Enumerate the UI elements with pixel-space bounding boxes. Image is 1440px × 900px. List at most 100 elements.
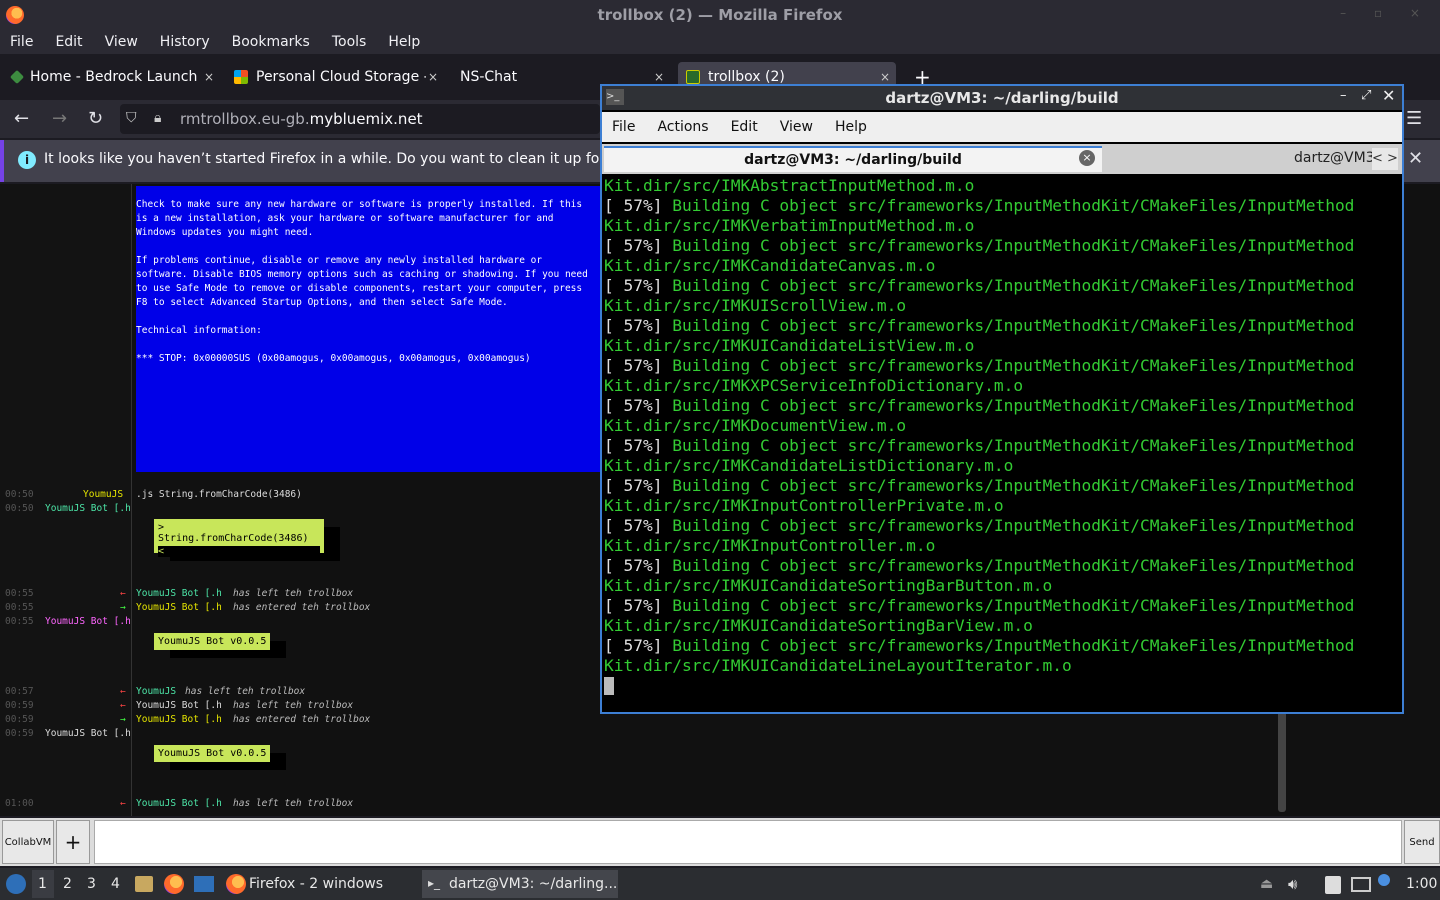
clipboard-icon[interactable] <box>1325 876 1341 894</box>
reload-icon[interactable]: ↻ <box>88 108 103 129</box>
add-button[interactable]: + <box>56 820 90 864</box>
menu-help[interactable]: Help <box>388 34 420 50</box>
info-icon: i <box>18 151 36 169</box>
term-menu-help[interactable]: Help <box>835 119 867 135</box>
timestamp: 00:59 <box>5 728 34 739</box>
timestamp: 00:59 <box>5 700 34 711</box>
nickname[interactable]: YoumuJS Bot [.h <box>136 714 222 725</box>
term-menu-edit[interactable]: Edit <box>731 119 758 135</box>
workspace-4[interactable]: 4 <box>111 876 120 892</box>
terminal-tab-active[interactable]: dartz@VM3: ~/darling/build <box>604 146 1102 172</box>
workspace-2[interactable]: 2 <box>63 876 72 892</box>
build-step-text: Building C object src/frameworks/InputMe… <box>662 556 1355 575</box>
notification-close-icon[interactable]: ✕ <box>1408 148 1423 169</box>
build-step-text: Building C object src/frameworks/InputMe… <box>662 596 1355 615</box>
build-percent: [ 57%] <box>604 596 663 615</box>
volume-icon[interactable]: 🔊︎ <box>1288 875 1297 893</box>
tab-close-icon[interactable]: × <box>654 70 664 84</box>
collabvm-button[interactable]: CollabVM <box>2 820 54 864</box>
maximize-icon[interactable]: ⤢ <box>1361 88 1371 103</box>
firefox-task-icon <box>226 874 246 894</box>
tab-cloud-storage[interactable]: Personal Cloud Storage - × <box>226 62 444 92</box>
tab-close-icon[interactable]: × <box>428 70 438 84</box>
send-button[interactable]: Send <box>1404 820 1440 864</box>
forward-arrow-icon[interactable]: → <box>52 108 67 129</box>
url-text[interactable]: rmtrollbox.eu-gb.mybluemix.net <box>180 110 423 128</box>
tab-label: Home - Bedrock Launche <box>30 69 198 85</box>
nickname[interactable]: YoumuJS Bot [.h <box>136 588 222 599</box>
build-object-line: Kit.dir/src/IMKDocumentView.m.o <box>604 416 907 435</box>
close-icon[interactable]: ✕ <box>1382 86 1395 105</box>
nickname[interactable]: YoumuJS Bot [.h <box>136 602 222 613</box>
menu-file[interactable]: File <box>10 34 33 50</box>
terminal-tab-2[interactable]: dartz@VM3 <box>1294 150 1375 166</box>
nickname[interactable]: YoumuJS Bot [.h <box>136 700 222 711</box>
desktop-icon[interactable] <box>194 876 214 892</box>
url-domain: mybluemix.net <box>309 110 423 128</box>
build-step-line: [ 57%] Building C object src/frameworks/… <box>604 196 1400 216</box>
workspace-3[interactable]: 3 <box>87 876 96 892</box>
minimize-icon[interactable]: – <box>1340 88 1347 103</box>
bot-response-box: > String.fromCharCode(3486) < <box>154 519 324 557</box>
build-step-text: Building C object src/frameworks/InputMe… <box>662 396 1355 415</box>
build-step-text: Building C object src/frameworks/InputMe… <box>662 476 1355 495</box>
cloud-favicon-icon <box>234 70 248 84</box>
term-menu-view[interactable]: View <box>780 119 813 135</box>
chat-scrollbar[interactable] <box>1278 700 1286 812</box>
term-menu-file[interactable]: File <box>612 119 635 135</box>
build-object-line: Kit.dir/src/IMKUICandidateSortingBarButt… <box>604 576 1053 595</box>
terminal-tab-scroll-arrows[interactable]: < > <box>1372 148 1398 170</box>
notification-icon[interactable] <box>1378 874 1390 886</box>
build-step-line: [ 57%] Building C object src/frameworks/… <box>604 436 1400 456</box>
chat-message-input[interactable] <box>94 820 1402 864</box>
menu-view[interactable]: View <box>105 34 138 50</box>
taskbar-firefox[interactable]: Firefox - 2 windows <box>249 876 383 892</box>
build-object-line: Kit.dir/src/IMKUIScrollView.m.o <box>604 296 907 315</box>
build-step-line: [ 57%] Building C object src/frameworks/… <box>604 316 1400 336</box>
timestamp: 00:50 <box>5 503 34 514</box>
nickname[interactable]: YoumuJS <box>136 686 176 697</box>
build-step-line: [ 57%] Building C object src/frameworks/… <box>604 356 1400 376</box>
tab-label: trollbox (2) <box>708 69 785 85</box>
terminal-output[interactable]: Kit.dir/src/IMKAbstractInputMethod.m.o [… <box>602 176 1400 710</box>
nickname[interactable]: YoumuJS Bot [.h <box>45 616 131 627</box>
url-prefix: rmtrollbox.eu-gb. <box>180 110 310 128</box>
hamburger-menu-icon[interactable]: ☰ <box>1406 108 1422 129</box>
menu-edit[interactable]: Edit <box>55 34 82 50</box>
leave-arrow-icon: ← <box>120 686 126 697</box>
menu-history[interactable]: History <box>160 34 210 50</box>
terminal-tab-close-icon[interactable]: × <box>1079 150 1095 166</box>
timestamp: 00:55 <box>5 616 34 627</box>
tab-bedrock[interactable]: Home - Bedrock Launche × <box>4 62 220 92</box>
file-manager-icon[interactable] <box>135 876 153 892</box>
chat-line: 00:55 YoumuJS Bot [.h <box>5 616 131 627</box>
nickname[interactable]: YoumuJS Bot [.h <box>136 798 222 809</box>
tab-close-icon[interactable]: × <box>880 70 890 84</box>
workspace-1[interactable]: 1 <box>38 876 47 892</box>
build-step-text: Building C object src/frameworks/InputMe… <box>662 276 1355 295</box>
menu-bookmarks[interactable]: Bookmarks <box>232 34 310 50</box>
notification-text: It looks like you haven’t started Firefo… <box>44 151 628 167</box>
tab-close-icon[interactable]: × <box>204 70 214 84</box>
back-arrow-icon[interactable]: ← <box>14 108 29 129</box>
build-percent: [ 57%] <box>604 516 663 535</box>
nickname[interactable]: YoumuJS Bot [.h <box>45 503 131 514</box>
display-icon[interactable] <box>1351 877 1371 892</box>
window-controls[interactable]: – ▫ × <box>1340 6 1432 20</box>
eject-icon[interactable]: ⏏ <box>1260 876 1273 892</box>
nickname[interactable]: YoumuJS Bot [.h <box>45 728 131 739</box>
terminal-app-icon: >_ <box>606 89 624 105</box>
nickname[interactable]: YoumuJS <box>83 489 123 500</box>
timestamp: 00:50 <box>5 489 34 500</box>
term-menu-actions[interactable]: Actions <box>657 119 708 135</box>
leave-arrow-icon: ← <box>120 798 126 809</box>
lock-icon[interactable]: 🔒︎ <box>154 110 161 126</box>
shield-icon[interactable]: ⛉ <box>126 110 137 126</box>
taskbar-terminal[interactable]: dartz@VM3: ~/darling... <box>449 876 617 892</box>
terminal-menubar: File Actions Edit View Help <box>602 112 1402 142</box>
build-step-text: Building C object src/frameworks/InputMe… <box>662 196 1355 215</box>
terminal-title: dartz@VM3: ~/darling/build <box>885 89 1119 107</box>
menu-tools[interactable]: Tools <box>332 34 367 50</box>
firefox-launcher-icon[interactable] <box>164 874 184 894</box>
start-menu-icon[interactable] <box>6 874 26 894</box>
